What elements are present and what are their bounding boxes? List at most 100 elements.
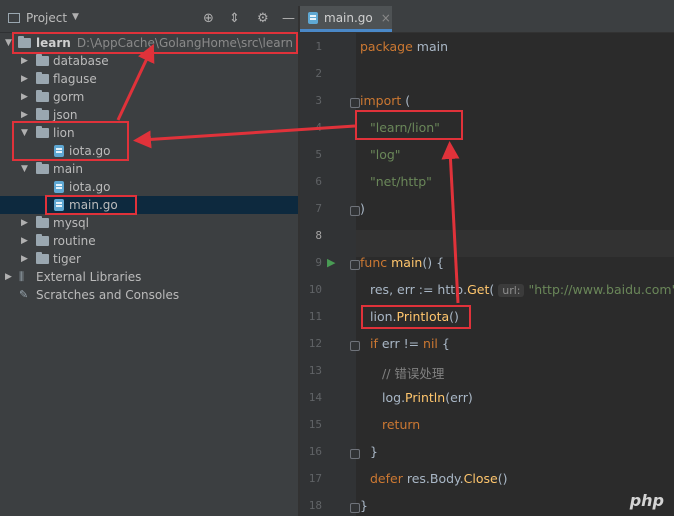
locate-icon[interactable]: ⊕ <box>203 11 214 26</box>
tree-item-main-iota-go[interactable]: iota.go <box>0 178 298 196</box>
keyword: package <box>360 39 413 54</box>
code-line-10[interactable]: res, err := http.Get( url: "http://www.b… <box>370 282 674 297</box>
keyword: defer <box>370 471 403 486</box>
annotation-box-learn-root <box>12 32 298 54</box>
run-icon[interactable]: ▶ <box>327 256 335 269</box>
fold-icon[interactable] <box>350 206 360 216</box>
tree-item-database[interactable]: ▶ database <box>0 52 298 70</box>
code-line-18[interactable]: } <box>360 498 368 513</box>
code-comment: // 错误处理 <box>382 366 445 381</box>
code-line-13[interactable]: // 错误处理 <box>382 363 444 382</box>
code-line-6[interactable]: "net/http" <box>370 174 432 189</box>
hide-panel-icon[interactable]: — <box>282 11 295 26</box>
tree-item-mysql[interactable]: ▶ mysql <box>0 214 298 232</box>
project-view-icon <box>8 13 20 23</box>
chevron-down-icon[interactable]: ▼ <box>72 12 79 22</box>
line-number: 1 <box>315 40 322 53</box>
identifier: Body <box>429 471 460 486</box>
line-number: 17 <box>308 472 322 485</box>
tree-item-scratches[interactable]: ✎ Scratches and Consoles <box>0 286 298 304</box>
fold-icon[interactable] <box>350 260 360 270</box>
code-line-5[interactable]: "log" <box>370 147 401 162</box>
gear-icon[interactable]: ⚙ <box>257 11 269 26</box>
go-file-icon <box>54 181 64 193</box>
folder-icon <box>36 216 49 228</box>
string-literal: "net/http" <box>370 174 432 189</box>
fold-icon[interactable] <box>350 449 360 459</box>
tab-main-go[interactable]: main.go × <box>300 6 392 32</box>
function-name: main <box>391 255 423 270</box>
line-number: 7 <box>315 202 322 215</box>
code-line-9[interactable]: func main() { <box>360 255 444 270</box>
annotation-box-print-iota <box>361 305 471 329</box>
tree-item-label: database <box>53 54 109 68</box>
php-watermark: php <box>629 491 664 510</box>
line-number: 14 <box>308 391 322 404</box>
punctuation: } <box>360 498 368 513</box>
fold-icon[interactable] <box>350 503 360 513</box>
tree-item-flaguse[interactable]: ▶ flaguse <box>0 70 298 88</box>
tree-item-external-libraries[interactable]: ▶ ⫼ External Libraries <box>0 268 298 286</box>
tree-item-routine[interactable]: ▶ routine <box>0 232 298 250</box>
line-number: 5 <box>315 148 322 161</box>
annotation-box-import-lion <box>355 110 463 140</box>
code-line-3[interactable]: import ( <box>360 93 410 108</box>
folder-icon <box>36 252 49 264</box>
tree-item-label: iota.go <box>69 180 111 194</box>
tree-item-gorm[interactable]: ▶ gorm <box>0 88 298 106</box>
collapsed-arrow-icon[interactable]: ▶ <box>21 250 28 268</box>
tree-item-label: routine <box>53 234 96 248</box>
annotation-box-lion <box>12 121 129 161</box>
project-panel-header: Project ▼ ⊕ ⇕ ⚙ — <box>0 6 298 33</box>
function-name: Close <box>463 471 498 486</box>
tree-item-tiger[interactable]: ▶ tiger <box>0 250 298 268</box>
keyword: import <box>360 93 402 108</box>
code-line-7[interactable]: ) <box>360 201 365 216</box>
code-line-17[interactable]: defer res.Body.Close() <box>370 471 507 486</box>
collapsed-arrow-icon[interactable]: ▶ <box>21 214 28 232</box>
collapsed-arrow-icon[interactable]: ▶ <box>5 268 12 286</box>
code-line-1[interactable]: package main <box>360 39 448 54</box>
punctuation: ) <box>360 201 365 216</box>
fold-icon[interactable] <box>350 341 360 351</box>
code-line-14[interactable]: log.Println(err) <box>382 390 473 405</box>
scratches-icon: ✎ <box>19 288 29 301</box>
expanded-arrow-icon[interactable]: ▼ <box>5 34 12 52</box>
function-name: Get <box>467 282 490 297</box>
line-number: 16 <box>308 445 322 458</box>
line-number: 11 <box>308 310 322 323</box>
collapsed-arrow-icon[interactable]: ▶ <box>21 52 28 70</box>
folder-icon <box>36 54 49 66</box>
folder-icon <box>36 234 49 246</box>
project-panel: Project ▼ ⊕ ⇕ ⚙ — ▼ learn D:\AppCache\Gol… <box>0 6 298 516</box>
collapse-all-icon[interactable]: ⇕ <box>229 11 240 26</box>
punctuation: { <box>437 336 450 351</box>
code-line-12[interactable]: if err != nil { <box>370 336 450 351</box>
folder-icon <box>36 90 49 102</box>
keyword: func <box>360 255 388 270</box>
editor-pane: main.go × 1 2 3 4 5 6 7 8 9 10 11 12 13 … <box>300 6 674 516</box>
close-icon[interactable]: × <box>381 11 391 25</box>
line-number: 10 <box>308 283 322 296</box>
fold-icon[interactable] <box>350 98 360 108</box>
go-file-icon <box>308 11 318 24</box>
folder-icon <box>36 162 49 174</box>
collapsed-arrow-icon[interactable]: ▶ <box>21 88 28 106</box>
line-number: 6 <box>315 175 322 188</box>
line-number: 9 <box>315 256 322 269</box>
identifier: main <box>416 39 448 54</box>
expanded-arrow-icon[interactable]: ▼ <box>21 160 28 178</box>
folder-icon <box>36 108 49 120</box>
code-line-16[interactable]: } <box>370 444 378 459</box>
tree-item-label: flaguse <box>53 72 97 86</box>
project-view-title[interactable]: Project <box>26 11 67 25</box>
folder-icon <box>36 72 49 84</box>
keyword: return <box>382 417 421 432</box>
code-line-15[interactable]: return <box>382 417 420 432</box>
line-number: 2 <box>315 67 322 80</box>
identifier: err != <box>377 336 424 351</box>
tree-item-main[interactable]: ▼ main <box>0 160 298 178</box>
collapsed-arrow-icon[interactable]: ▶ <box>21 232 28 250</box>
collapsed-arrow-icon[interactable]: ▶ <box>21 70 28 88</box>
annotation-box-main-go <box>45 195 137 215</box>
